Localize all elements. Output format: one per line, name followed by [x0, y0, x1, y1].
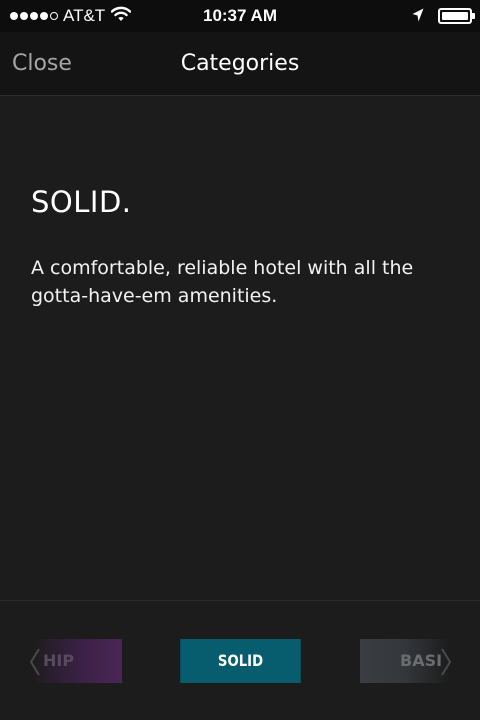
page-title: Categories — [180, 51, 300, 76]
category-tab-hip[interactable]: HIP — [31, 639, 122, 683]
battery-icon — [438, 8, 475, 24]
status-bar-right — [412, 7, 475, 26]
navigation-bar: Close Categories — [0, 32, 480, 96]
category-selector: HIP SOLID BASI — [0, 600, 480, 720]
category-tab-solid[interactable]: SOLID — [180, 639, 301, 683]
category-title: SOLID. — [31, 185, 132, 219]
category-description: A comfortable, reliable hotel with all t… — [31, 257, 414, 307]
chevron-left-icon[interactable] — [29, 648, 41, 680]
chevron-right-icon[interactable] — [440, 648, 452, 680]
close-button[interactable]: Close — [12, 32, 72, 96]
screen: AT&T 10:37 AM Close Categories SOLID. A … — [0, 0, 480, 720]
status-bar: AT&T 10:37 AM — [0, 0, 480, 32]
category-tab-basic[interactable]: BASI — [360, 639, 450, 683]
location-arrow-icon — [412, 7, 424, 26]
status-bar-time: 10:37 AM — [202, 6, 277, 25]
